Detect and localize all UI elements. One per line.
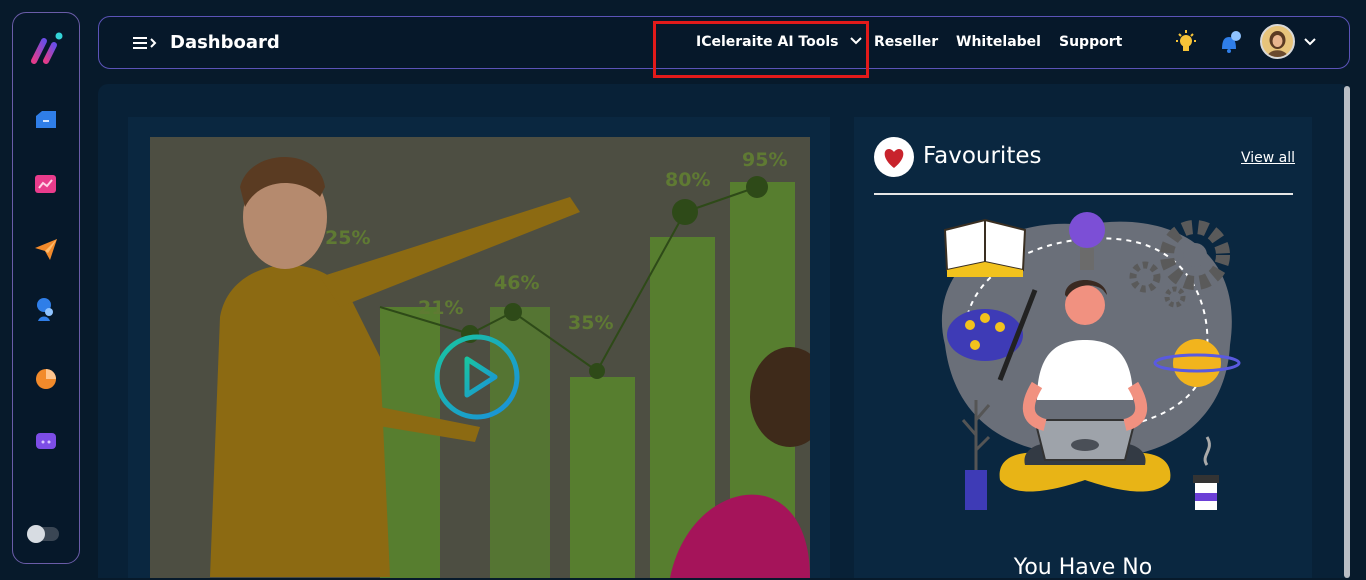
nav-whitelabel[interactable]: Whitelabel: [956, 34, 1041, 50]
dashboard-icon[interactable]: [33, 108, 59, 132]
video-chart-label: 95%: [742, 149, 788, 171]
heart-icon-badge: [874, 137, 914, 177]
users-icon[interactable]: [32, 295, 60, 323]
user-avatar[interactable]: [1260, 24, 1295, 59]
highlight-box: [653, 21, 869, 78]
video-chart-label: 25%: [325, 227, 371, 249]
page-title: Dashboard: [170, 32, 280, 53]
notification-bell-icon[interactable]: [1218, 29, 1244, 55]
intro-video[interactable]: 25% 21% 46% 35% 80% 95%: [150, 137, 810, 578]
chat-icon[interactable]: [32, 428, 60, 456]
video-chart-label: 46%: [494, 272, 540, 294]
chevron-down-icon[interactable]: [1303, 37, 1317, 47]
view-all-link[interactable]: View all: [1241, 150, 1295, 166]
analytics-icon[interactable]: [32, 171, 60, 197]
heart-icon: [884, 149, 904, 168]
nav-support[interactable]: Support: [1059, 34, 1122, 50]
menu-toggle-icon[interactable]: [131, 34, 159, 52]
empty-favourites-illustration: [941, 212, 1241, 510]
video-chart-label: 21%: [418, 297, 464, 319]
send-icon[interactable]: [32, 235, 60, 263]
logo-icon[interactable]: [26, 29, 66, 69]
nav-reseller[interactable]: Reseller: [874, 34, 938, 50]
video-chart-label: 80%: [665, 169, 711, 191]
top-header: Dashboard ICeleraite AI Tools Reseller W…: [98, 16, 1350, 78]
scrollbar-thumb[interactable]: [1344, 86, 1350, 578]
page-scrollbar[interactable]: [1344, 86, 1350, 578]
video-chart-label: 35%: [568, 312, 614, 334]
favourites-title: Favourites: [923, 143, 1042, 169]
empty-favourites-message: You Have No: [1013, 555, 1153, 580]
pie-chart-icon[interactable]: [32, 365, 60, 393]
sidebar: [12, 12, 80, 564]
favourites-divider: [874, 193, 1293, 195]
avatar-image: [1262, 26, 1293, 57]
lightbulb-icon[interactable]: [1175, 30, 1197, 56]
play-icon[interactable]: [433, 333, 521, 421]
toggle-knob: [27, 525, 45, 543]
theme-toggle[interactable]: [27, 525, 59, 543]
